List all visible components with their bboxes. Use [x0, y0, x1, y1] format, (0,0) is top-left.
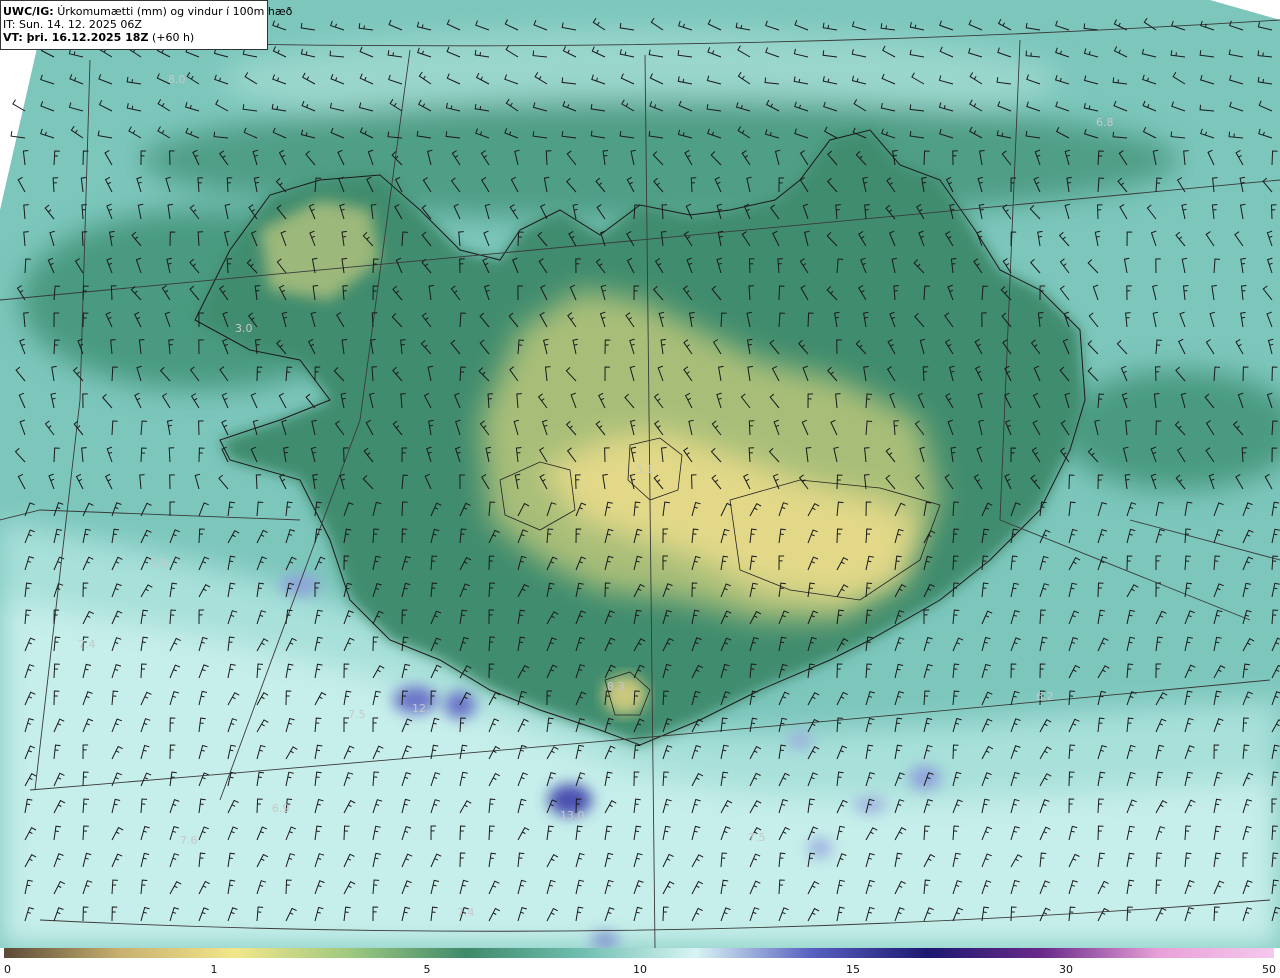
value-label: 3.0 — [235, 322, 253, 335]
colorbar-tick: 0 — [4, 963, 11, 976]
colorbar-tick: 30 — [1059, 963, 1073, 976]
lead-time: (+60 h) — [151, 31, 195, 44]
value-label: 7.4 — [457, 906, 475, 919]
value-label: 5.1 — [636, 463, 654, 476]
value-label: 8.0 — [168, 73, 186, 86]
value-label: 6.9 — [272, 802, 290, 815]
colorbar-tick: 15 — [846, 963, 860, 976]
value-label: 6.8 — [1096, 116, 1114, 129]
value-label: 7.5 — [348, 708, 366, 721]
map-area[interactable]: UWC/IG: Úrkomumætti (mm) og vindur í 100… — [0, 0, 1280, 948]
valid-time: VT: þri. 16.12.2025 18Z — [3, 31, 149, 44]
colorbar-tick: 50 — [1262, 963, 1276, 976]
colorbar-tick: 5 — [423, 963, 431, 976]
value-label: 7.5 — [748, 831, 766, 844]
value-label: 7.4 — [78, 638, 96, 651]
value-label: 5.8 — [150, 557, 168, 570]
colorbar: 0 1 5 10 15 30 50 — [0, 948, 1280, 978]
colorbar-tick: 10 — [633, 963, 647, 976]
value-label: 12. — [412, 702, 430, 715]
value-label: 7.6 — [180, 834, 198, 847]
value-label: 8.3 — [607, 680, 625, 693]
value-label: 6.2 — [1036, 690, 1054, 703]
init-time: IT: Sun. 14. 12. 2025 06Z — [3, 18, 142, 31]
chart-title: Úrkomumætti (mm) og vindur í 100m hæð — [57, 5, 293, 18]
value-label: 13.0 — [560, 809, 585, 822]
model-code: UWC/IG: — [3, 5, 54, 18]
colorbar-gradient — [4, 948, 1274, 958]
colorbar-tick: 1 — [210, 963, 218, 976]
title-box: UWC/IG: Úrkomumætti (mm) og vindur í 100… — [0, 0, 292, 50]
